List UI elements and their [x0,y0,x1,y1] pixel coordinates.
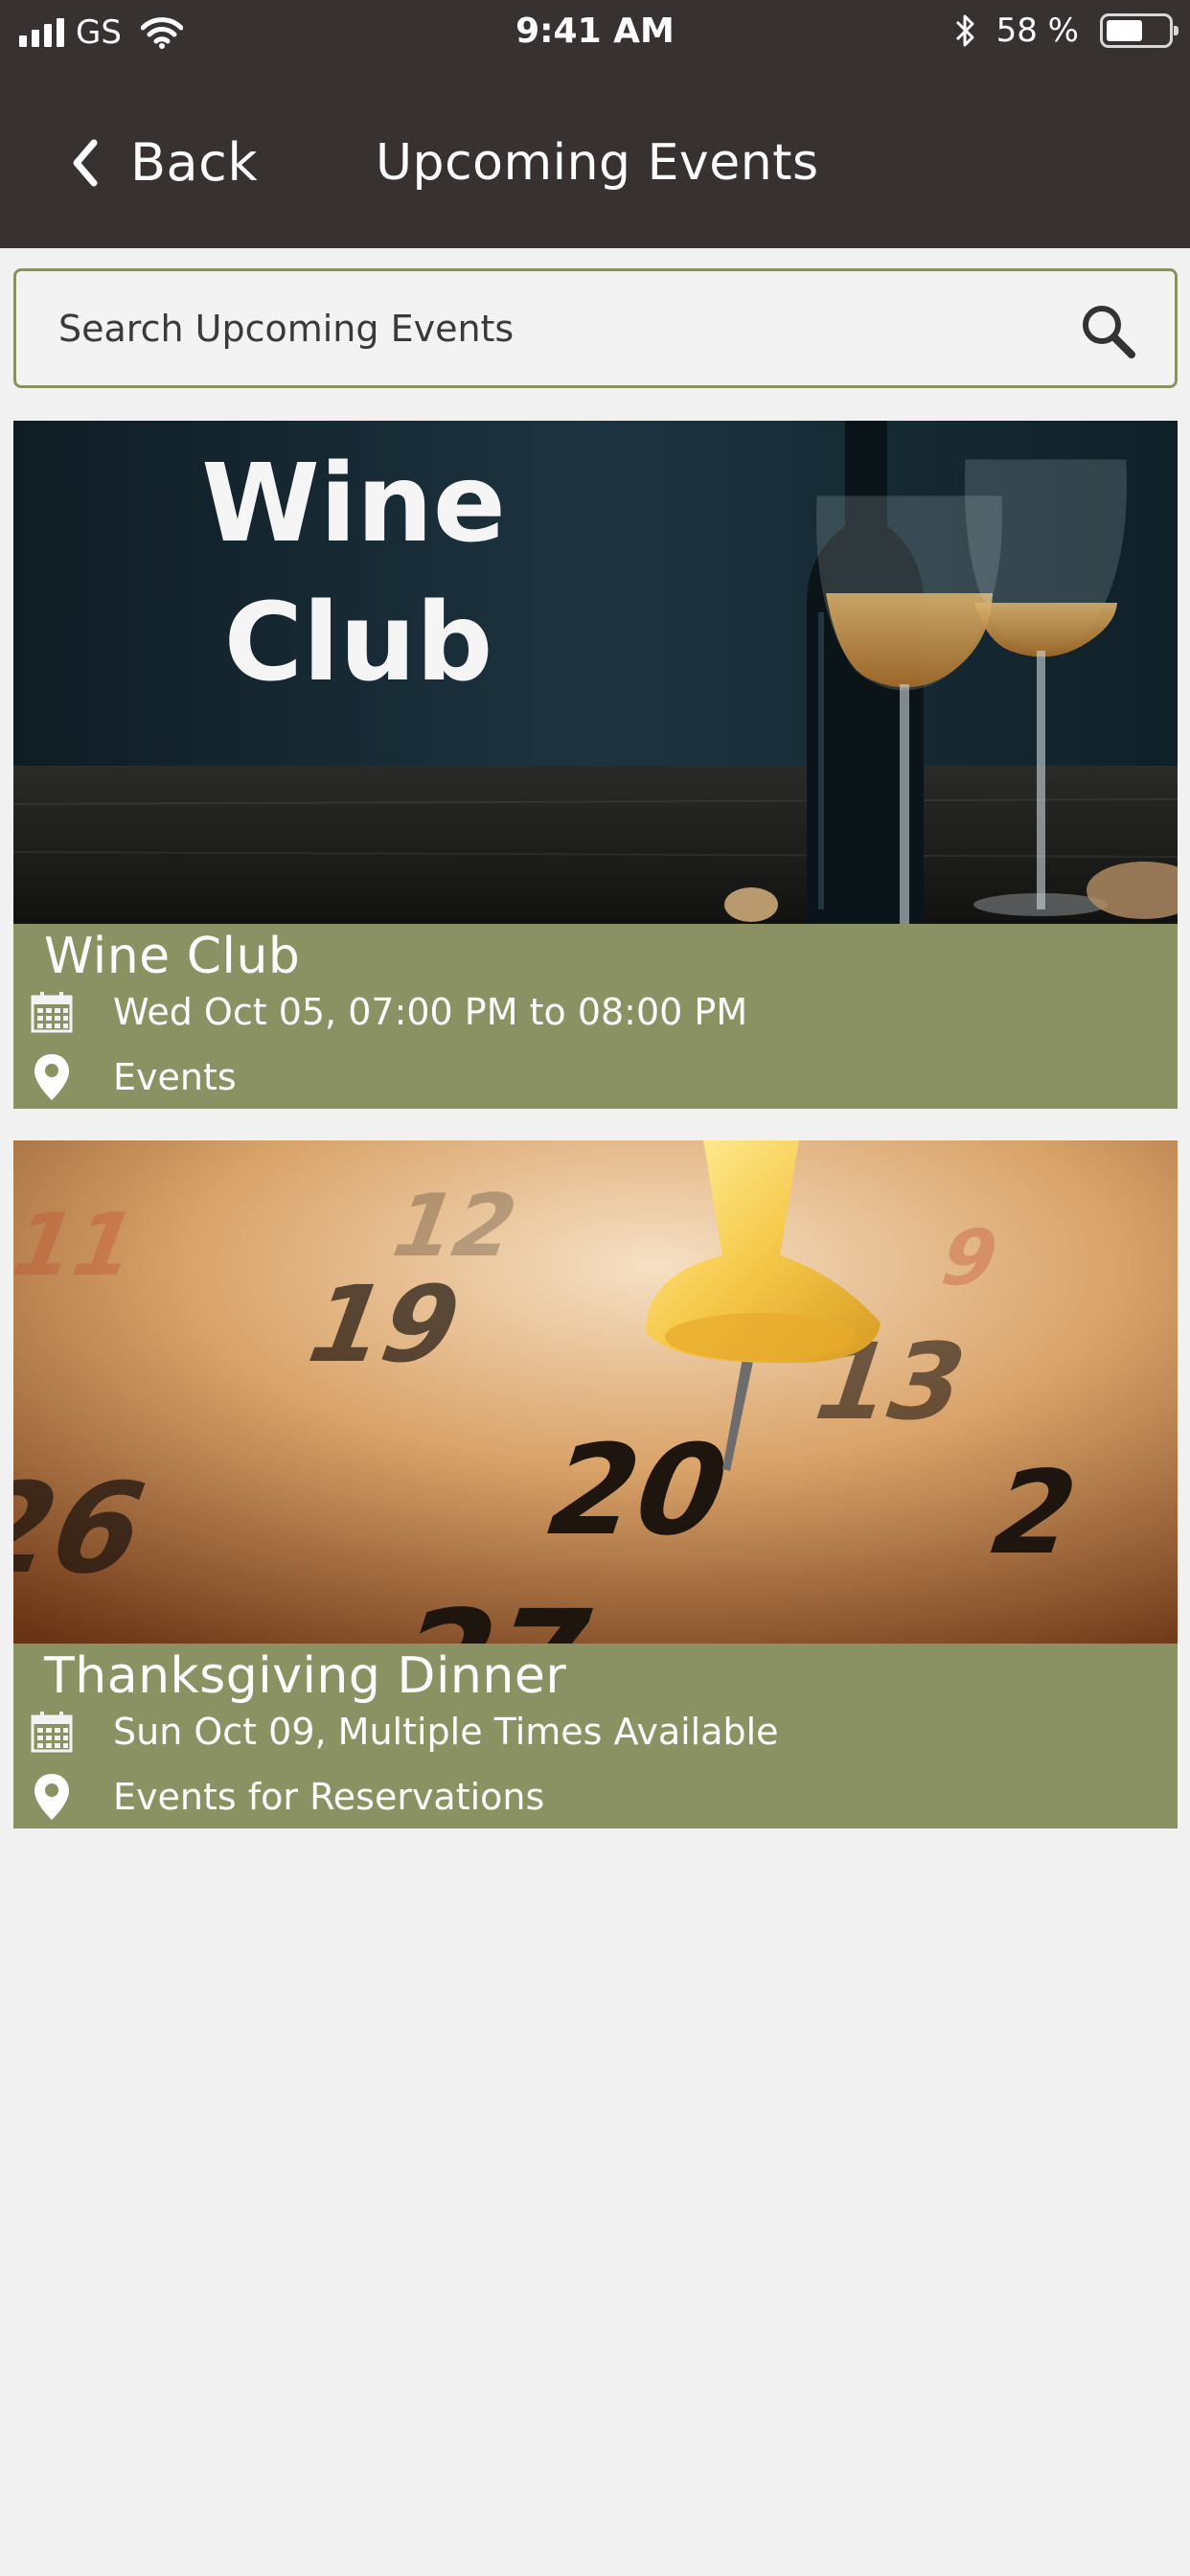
battery-level [1107,20,1142,41]
event-title[interactable]: Thanksgiving Dinner [44,1647,566,1705]
event-info[interactable]: Thanksgiving Dinner Sun Oct 09, Multiple… [13,1644,1178,1828]
image-text-wine: Wine [201,442,506,566]
image-text-club: Club [224,581,493,705]
event-image-thanksgiving[interactable]: 19 26 20 27 13 2 12 11 9 [13,1140,1178,1644]
back-label: Back [130,132,259,193]
wine-club-image: Virtual Wine Club [13,421,1178,924]
status-bar: GS 9:41 AM 58 % [0,0,1190,67]
calendar-pin-image: 19 26 20 27 13 2 12 11 9 [13,1140,1178,1644]
location-pin-icon [34,1054,69,1100]
event-location-row: Events for Reservations [13,1772,544,1822]
image-text-virtual: Virtual [45,421,336,431]
search-input[interactable] [58,300,1017,357]
event-card[interactable]: 19 26 20 27 13 2 12 11 9 Thanksgiving Di… [13,1140,1178,1828]
event-info[interactable]: Wine Club Wed Oct 05, 07:00 PM to 08:00 … [13,924,1178,1109]
event-image-wine-club[interactable]: Virtual Wine Club [13,421,1178,924]
battery-icon [1100,13,1179,48]
location-pin-icon [34,1774,69,1820]
event-card[interactable]: Virtual Wine Club Wine Club [13,421,1178,1109]
calendar-icon [31,1712,73,1753]
status-right: 58 % [950,12,1179,50]
event-date-row: Sun Oct 09, Multiple Times Available [13,1711,779,1753]
app-header: GS 9:41 AM 58 % Back Upcoming Events [0,0,1190,248]
search-icon[interactable] [1079,302,1136,359]
bluetooth-icon [955,14,974,47]
calendar-icon [31,992,73,1033]
event-date: Sun Oct 09, Multiple Times Available [113,1711,779,1753]
search-box[interactable] [13,268,1178,388]
event-title[interactable]: Wine Club [44,928,300,985]
battery-percent: 58 % [995,12,1079,50]
event-location: Events [113,1056,237,1098]
event-location-row: Events [13,1052,237,1102]
event-date: Wed Oct 05, 07:00 PM to 08:00 PM [113,991,748,1033]
chevron-left-icon [73,139,98,186]
event-location: Events for Reservations [113,1776,545,1818]
battery-nub [1174,26,1179,35]
page-title: Upcoming Events [376,134,819,192]
event-date-row: Wed Oct 05, 07:00 PM to 08:00 PM [13,991,747,1033]
back-button[interactable]: Back [67,132,258,193]
